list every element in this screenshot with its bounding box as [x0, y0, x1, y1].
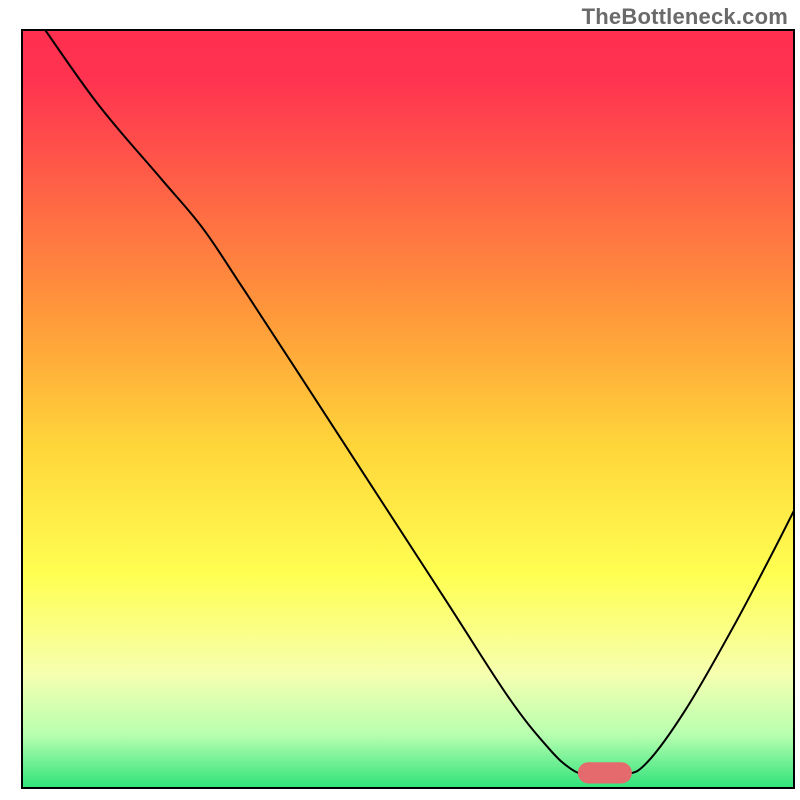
- chart-stage: TheBottleneck.com: [0, 0, 800, 800]
- plot-background: [22, 30, 794, 788]
- watermark-text: TheBottleneck.com: [582, 4, 788, 30]
- bottleneck-chart: [0, 0, 800, 800]
- optimal-marker: [578, 762, 632, 783]
